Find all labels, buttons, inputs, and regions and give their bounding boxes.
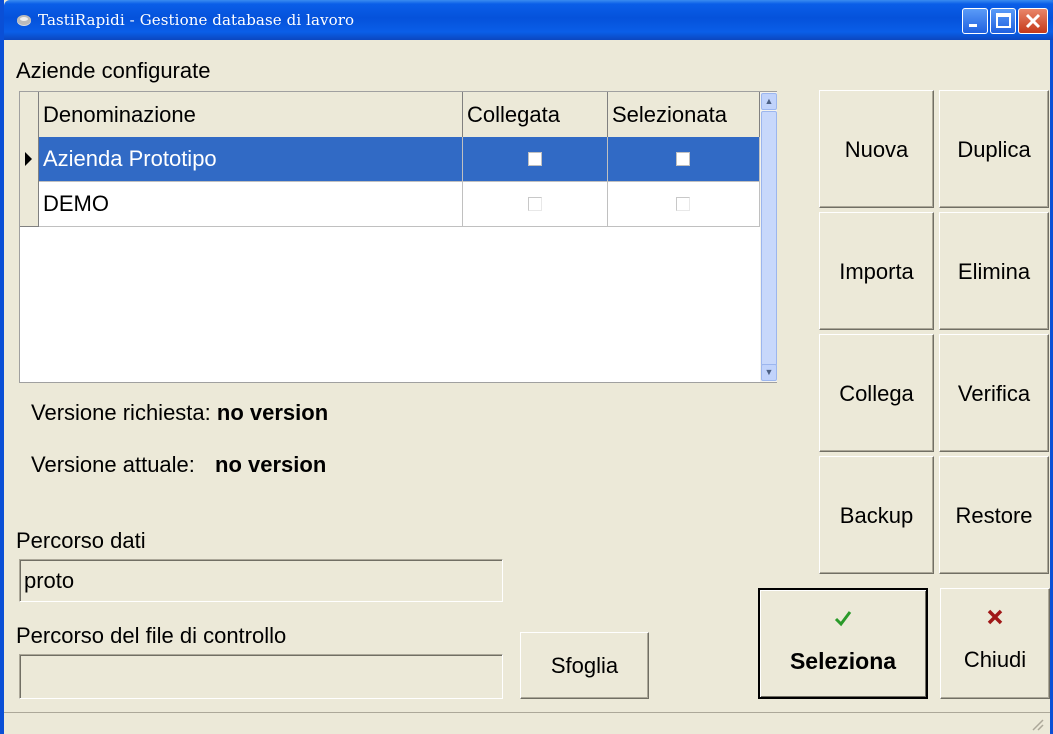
chiudi-label: Chiudi	[963, 647, 1027, 672]
column-header-collegata[interactable]: Collegata	[463, 92, 608, 137]
importa-button[interactable]: Importa	[819, 212, 934, 330]
scroll-thumb[interactable]	[761, 111, 777, 366]
table-row[interactable]: Azienda Prototipo	[39, 137, 760, 182]
data-path-label: Percorso dati	[16, 528, 146, 553]
status-bar	[4, 712, 1050, 734]
table-row[interactable]: DEMO	[39, 182, 760, 227]
minimize-button[interactable]	[962, 8, 988, 34]
verifica-button[interactable]: Verifica	[939, 334, 1049, 452]
elimina-button[interactable]: Elimina	[939, 212, 1049, 330]
collegata-checkbox[interactable]	[528, 152, 542, 166]
selezionata-checkbox[interactable]	[676, 197, 690, 211]
cell-denominazione: DEMO	[39, 182, 463, 227]
collegata-checkbox[interactable]	[528, 197, 542, 211]
table-scrollbar[interactable]: ▲ ▼	[760, 92, 777, 382]
data-path-field[interactable]: proto	[19, 559, 503, 602]
version-required: Versione richiesta: no version	[31, 400, 328, 426]
cell-collegata	[463, 137, 608, 182]
scroll-up-icon[interactable]: ▲	[761, 93, 777, 110]
cell-selezionata	[608, 137, 760, 182]
version-required-value: no version	[216, 400, 329, 425]
x-icon	[941, 607, 1049, 633]
selezionata-checkbox[interactable]	[676, 152, 690, 166]
column-header-denominazione[interactable]: Denominazione	[39, 92, 463, 137]
collega-button[interactable]: Collega	[819, 334, 934, 452]
version-current-label: Versione attuale:	[31, 452, 195, 477]
close-window-button[interactable]	[1018, 8, 1048, 34]
scroll-down-icon[interactable]: ▼	[761, 364, 777, 381]
nuova-button[interactable]: Nuova	[819, 90, 934, 208]
restore-button[interactable]: Restore	[939, 456, 1049, 574]
companies-table[interactable]: Denominazione Collegata Selezionata Azie…	[19, 91, 777, 383]
maximize-button[interactable]	[990, 8, 1016, 34]
control-file-label: Percorso del file di controllo	[16, 623, 287, 648]
row-indicator[interactable]	[20, 182, 39, 227]
chiudi-button[interactable]: Chiudi	[940, 588, 1050, 699]
window-title: TastiRapidi - Gestione database di lavor…	[38, 11, 355, 29]
cell-denominazione: Azienda Prototipo	[39, 137, 463, 182]
app-icon	[16, 12, 32, 28]
title-bar[interactable]: TastiRapidi - Gestione database di lavor…	[4, 0, 1053, 40]
row-indicator-header	[20, 92, 39, 137]
row-indicator[interactable]	[20, 137, 39, 182]
seleziona-button[interactable]: Seleziona	[758, 588, 928, 699]
sfoglia-button[interactable]: Sfoglia	[520, 632, 649, 699]
cell-selezionata	[608, 182, 760, 227]
column-header-selezionata[interactable]: Selezionata	[608, 92, 760, 137]
seleziona-label: Seleziona	[789, 648, 897, 674]
version-current-value: no version	[215, 452, 327, 477]
table-header: Denominazione Collegata Selezionata	[20, 92, 760, 137]
control-file-field[interactable]	[19, 654, 503, 699]
section-label: Aziende configurate	[16, 58, 211, 83]
backup-button[interactable]: Backup	[819, 456, 934, 574]
app-window: TastiRapidi - Gestione database di lavor…	[0, 0, 1053, 734]
resize-grip-icon[interactable]	[1030, 717, 1044, 731]
duplica-button[interactable]: Duplica	[939, 90, 1049, 208]
cell-collegata	[463, 182, 608, 227]
checkmark-icon	[760, 608, 926, 634]
version-required-label: Versione richiesta:	[31, 400, 211, 425]
version-current: Versione attuale: no version	[31, 452, 326, 478]
